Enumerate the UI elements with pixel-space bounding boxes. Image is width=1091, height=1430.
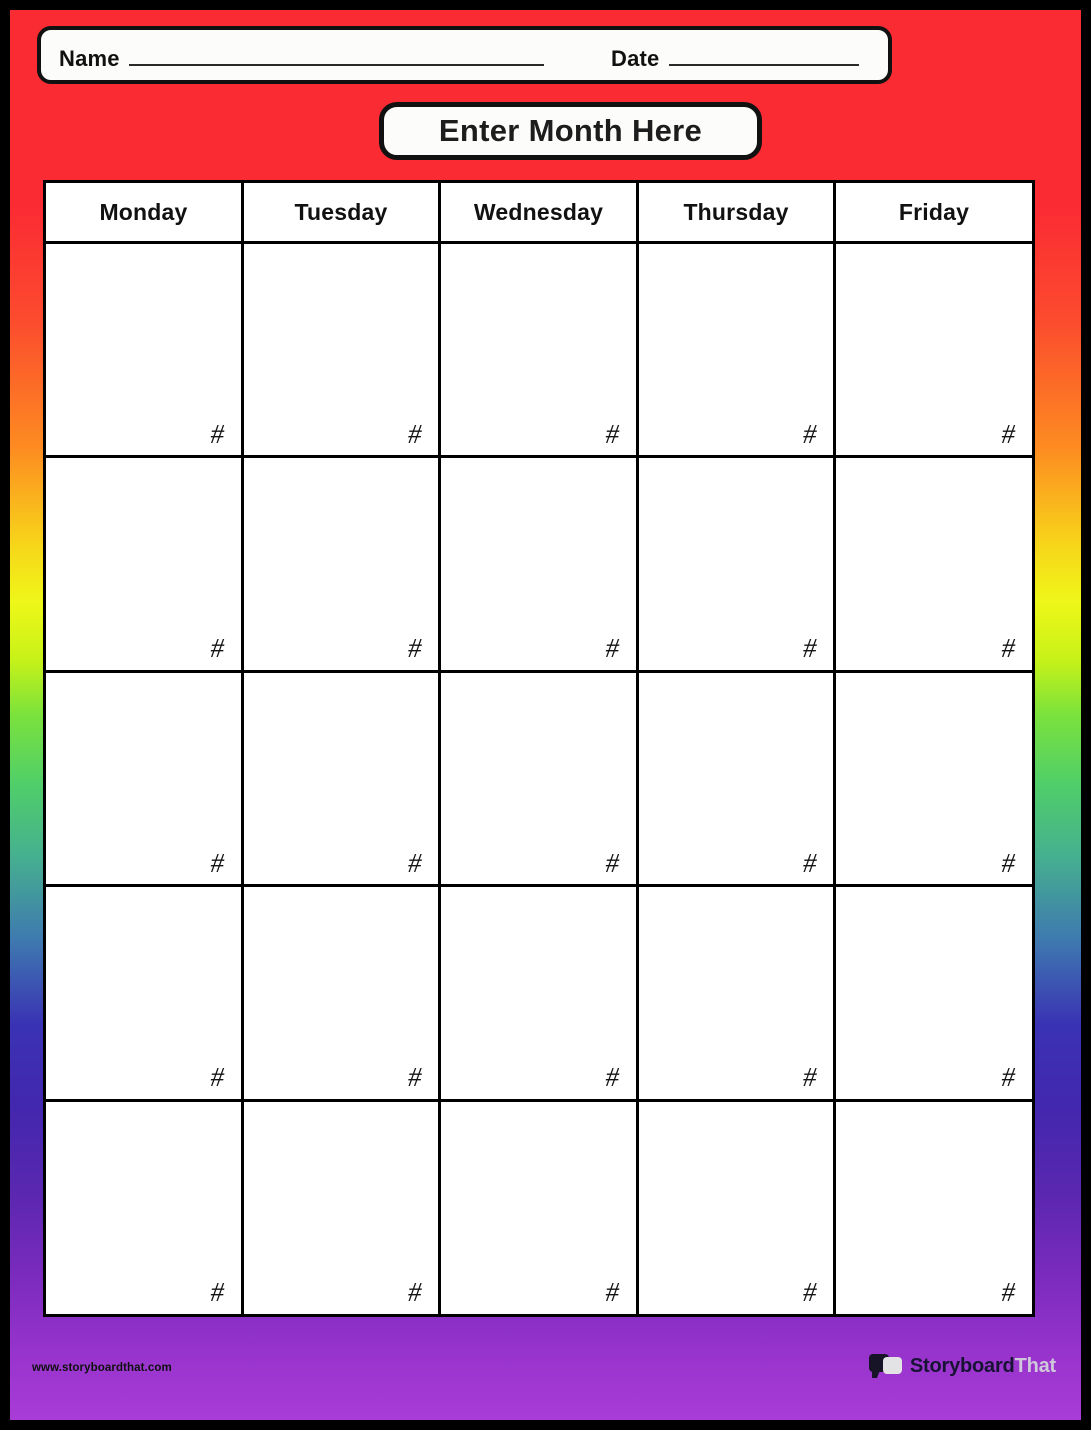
date-number-placeholder: # [803,1062,817,1092]
speech-bubble-front-shape [882,1357,902,1374]
calendar-day-cell[interactable]: # [43,1098,244,1317]
day-header-friday: Friday [833,180,1035,244]
date-number-placeholder: # [408,847,422,878]
date-number-placeholder: # [803,633,817,663]
day-header-label: Friday [898,198,970,225]
calendar-day-cell[interactable]: # [240,884,442,1102]
date-number-placeholder: # [1001,1276,1016,1307]
calendar-day-cell[interactable]: # [438,240,639,459]
date-number-placeholder: # [210,847,225,878]
date-number-placeholder: # [605,633,620,663]
calendar-day-cell[interactable]: # [43,455,244,673]
date-number-placeholder: # [605,847,620,878]
date-number-placeholder: # [1001,847,1016,878]
date-number-placeholder: # [803,418,817,449]
name-write-line[interactable] [128,64,544,66]
logo-word-storyboard: Storyboard [909,1354,1015,1377]
name-date-bar: Name Date [37,26,892,84]
calendar-day-cell[interactable]: # [438,669,639,888]
calendar-week-row: # # # # # [43,884,1049,1102]
calendar-day-cell[interactable]: # [240,1098,442,1317]
date-number-placeholder: # [408,418,422,449]
day-header-label: Monday [99,198,188,225]
calendar-header-row: Monday Tuesday Wednesday Thursday Friday [43,180,1049,244]
name-field[interactable]: Name [59,46,544,72]
calendar-day-cell[interactable]: # [43,669,244,888]
date-label: Date [611,46,660,71]
logo-word-that: That [1014,1354,1057,1377]
date-number-placeholder: # [210,633,225,663]
date-number-placeholder: # [408,1276,422,1307]
footer-website-url[interactable]: www.storyboardthat.com [32,1362,172,1374]
speech-bubble-icon [868,1352,903,1380]
calendar-day-cell[interactable]: # [43,884,244,1102]
calendar-week-row: # # # # # [43,455,1049,673]
name-label: Name [59,46,120,71]
logo-wordmark: StoryboardThat [910,1355,1056,1378]
day-header-tuesday: Tuesday [240,180,442,244]
date-number-placeholder: # [803,1276,817,1307]
calendar-day-cell[interactable]: # [635,669,837,888]
calendar-day-cell[interactable]: # [833,240,1035,459]
day-header-label: Tuesday [294,198,388,225]
calendar-week-row: # # # # # [43,240,1049,459]
date-number-placeholder: # [210,418,225,449]
day-header-label: Thursday [683,198,789,225]
calendar-day-cell[interactable]: # [635,884,837,1102]
day-header-wednesday: Wednesday [438,180,639,244]
calendar-day-cell[interactable]: # [43,240,244,459]
calendar-day-cell[interactable]: # [833,669,1035,888]
month-title-box[interactable]: Enter Month Here [379,102,762,160]
day-header-thursday: Thursday [635,180,837,244]
calendar-day-cell[interactable]: # [240,455,442,673]
date-number-placeholder: # [605,1276,620,1307]
day-header-monday: Monday [43,180,244,244]
calendar-grid: Monday Tuesday Wednesday Thursday Friday… [43,180,1049,1317]
calendar-day-cell[interactable]: # [438,884,639,1102]
date-field[interactable]: Date [611,46,859,72]
calendar-day-cell[interactable]: # [635,1098,837,1317]
calendar-day-cell[interactable]: # [240,240,442,459]
date-write-line[interactable] [668,64,859,66]
calendar-day-cell[interactable]: # [833,884,1035,1102]
date-number-placeholder: # [1001,1062,1016,1092]
page-frame: Name Date Enter Month Here Monday Tuesda… [0,0,1091,1430]
date-number-placeholder: # [1001,633,1016,663]
storyboardthat-logo[interactable]: StoryboardThat [868,1352,1056,1380]
calendar-day-cell[interactable]: # [240,669,442,888]
worksheet-sheet: Name Date Enter Month Here Monday Tuesda… [10,10,1081,1420]
calendar-week-row: # # # # # [43,1098,1049,1317]
date-number-placeholder: # [1001,418,1016,449]
calendar-week-row: # # # # # [43,669,1049,888]
date-number-placeholder: # [408,1062,422,1092]
date-number-placeholder: # [605,1062,620,1092]
date-number-placeholder: # [605,418,620,449]
calendar-day-cell[interactable]: # [635,455,837,673]
calendar-day-cell[interactable]: # [833,455,1035,673]
date-number-placeholder: # [210,1276,225,1307]
month-title-text: Enter Month Here [438,113,703,148]
date-number-placeholder: # [803,847,817,878]
calendar-day-cell[interactable]: # [833,1098,1035,1317]
day-header-label: Wednesday [473,198,604,225]
date-number-placeholder: # [408,633,422,663]
calendar-day-cell[interactable]: # [438,455,639,673]
date-number-placeholder: # [210,1062,225,1092]
calendar-day-cell[interactable]: # [438,1098,639,1317]
calendar-day-cell[interactable]: # [635,240,837,459]
